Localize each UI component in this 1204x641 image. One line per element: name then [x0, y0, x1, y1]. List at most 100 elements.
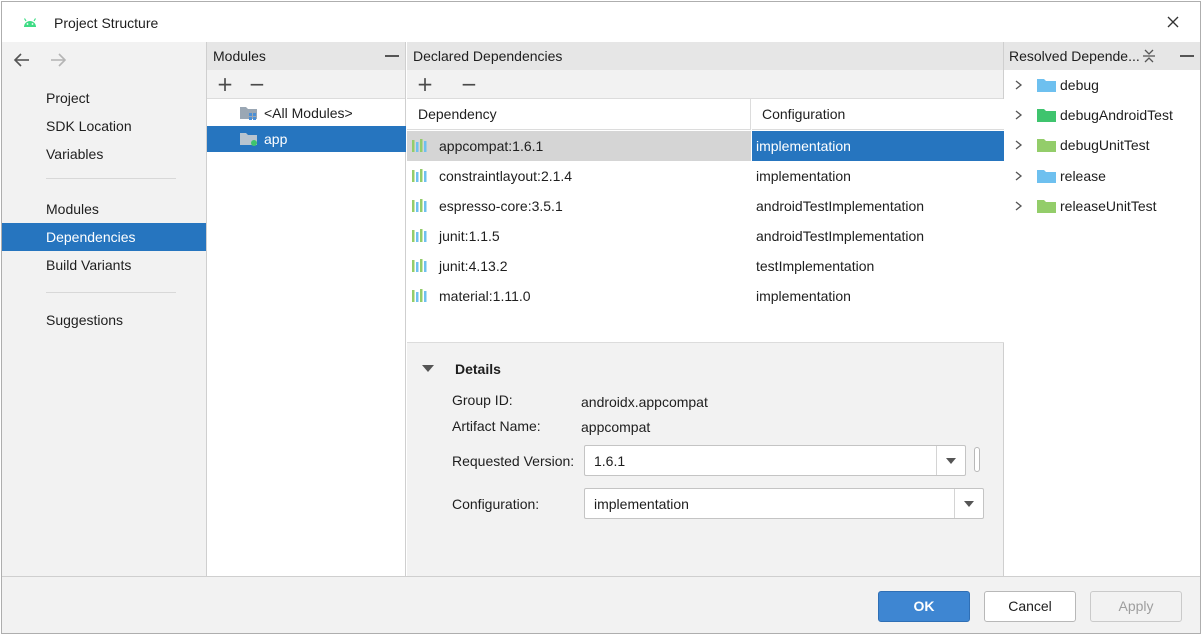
resolved-item-label: releaseUnitTest — [1060, 198, 1157, 214]
sidebar-item-modules[interactable]: Modules — [2, 195, 206, 223]
library-icon — [412, 199, 427, 212]
table-row[interactable]: constraintlayout:2.1.4 implementation — [407, 161, 1004, 191]
requested-version-label: Requested Version: — [452, 453, 575, 469]
collapse-details-icon[interactable] — [421, 364, 435, 374]
resolved-header: Resolved Depende... — [1004, 42, 1200, 70]
add-dependency-button[interactable]: + — [415, 74, 435, 94]
dependency-cell: junit:1.1.5 — [407, 221, 751, 251]
requested-version-value[interactable]: 1.6.1 — [594, 453, 625, 469]
arrow-right-icon[interactable] — [48, 50, 68, 70]
column-header-configuration[interactable]: Configuration — [752, 99, 1004, 130]
modules-header: Modules — [207, 42, 405, 70]
collapse-all-icon[interactable] — [1141, 48, 1157, 64]
resolved-item-release[interactable]: release — [1004, 162, 1200, 190]
dependency-name: constraintlayout:2.1.4 — [439, 168, 573, 184]
resolved-item-release-unit-test[interactable]: releaseUnitTest — [1004, 192, 1200, 220]
modules-panel: Modules + − <All Modules> app — [207, 42, 406, 576]
resolved-item-label: debug — [1060, 77, 1099, 93]
configuration-dropdown-button[interactable] — [954, 489, 983, 518]
table-row[interactable]: appcompat:1.6.1 implementation — [407, 131, 1004, 161]
resolved-item-debug[interactable]: debug — [1004, 71, 1200, 99]
library-icon — [412, 139, 427, 152]
configuration-cell: implementation — [752, 131, 1004, 161]
ok-button[interactable]: OK — [878, 591, 970, 622]
group-id-value: androidx.appcompat — [581, 394, 708, 410]
requested-version-dropdown-button[interactable] — [936, 446, 965, 475]
dialog-footer: OK Cancel Apply — [2, 576, 1200, 633]
sidebar: Project SDK Location Variables Modules D… — [2, 42, 207, 576]
table-row[interactable]: junit:4.13.2 testImplementation — [407, 251, 1004, 281]
library-icon — [412, 259, 427, 272]
library-icon — [412, 169, 427, 182]
configuration-cell: testImplementation — [756, 258, 875, 274]
resolved-header-label: Resolved Depende... — [1009, 48, 1140, 64]
module-item-all-modules[interactable]: <All Modules> — [207, 100, 406, 126]
library-icon — [412, 289, 427, 302]
sidebar-divider — [46, 178, 176, 179]
minimize-icon[interactable] — [1180, 55, 1194, 57]
module-label: <All Modules> — [264, 105, 353, 121]
sidebar-item-variables[interactable]: Variables — [2, 140, 206, 168]
dependency-cell: espresso-core:3.5.1 — [407, 191, 751, 221]
remove-module-button[interactable]: − — [247, 74, 267, 94]
table-row[interactable]: junit:1.1.5 androidTestImplementation — [407, 221, 1004, 251]
sidebar-item-project[interactable]: Project — [2, 84, 206, 112]
chevron-right-icon[interactable] — [1014, 80, 1024, 90]
configuration-label: Configuration: — [452, 496, 540, 512]
add-module-button[interactable]: + — [215, 74, 235, 94]
chevron-right-icon[interactable] — [1014, 140, 1024, 150]
chevron-down-icon — [946, 458, 956, 464]
dependency-name: junit:1.1.5 — [439, 228, 500, 244]
module-item-app[interactable]: app — [207, 126, 406, 152]
remove-dependency-button[interactable]: − — [459, 74, 479, 94]
sidebar-item-build-variants[interactable]: Build Variants — [2, 251, 206, 279]
minimize-icon[interactable] — [385, 55, 399, 57]
configuration-cell: androidTestImplementation — [756, 228, 925, 244]
modules-header-label: Modules — [213, 48, 266, 64]
configuration-cell: androidTestImplementation — [756, 198, 925, 214]
cancel-button[interactable]: Cancel — [984, 591, 1076, 622]
dependencies-table: Dependency Configuration appcompat:1.6.1… — [407, 99, 1004, 343]
folder-icon — [1037, 139, 1056, 152]
chevron-right-icon[interactable] — [1014, 171, 1024, 181]
requested-version-combo[interactable]: 1.6.1 — [584, 445, 966, 476]
dependency-name: junit:4.13.2 — [439, 258, 508, 274]
table-row[interactable]: material:1.11.0 implementation — [407, 281, 1004, 311]
folder-icon — [1037, 170, 1056, 183]
chevron-down-icon — [964, 501, 974, 507]
module-label: app — [264, 131, 288, 147]
dependency-name: espresso-core:3.5.1 — [439, 198, 563, 214]
modules-toolbar: + − — [207, 70, 405, 99]
configuration-combo[interactable]: implementation — [584, 488, 984, 519]
resolved-item-debug-android-test[interactable]: debugAndroidTest — [1004, 101, 1200, 129]
declared-header-label: Declared Dependencies — [413, 48, 563, 64]
configuration-value[interactable]: implementation — [594, 496, 689, 512]
sidebar-item-sdk-location[interactable]: SDK Location — [2, 112, 206, 140]
chevron-right-icon[interactable] — [1014, 110, 1024, 120]
artifact-name-value: appcompat — [581, 419, 651, 435]
sidebar-item-suggestions[interactable]: Suggestions — [2, 306, 206, 334]
modules-folder-icon — [240, 107, 257, 120]
arrow-left-icon[interactable] — [12, 50, 32, 70]
resolved-item-label: debugAndroidTest — [1060, 107, 1173, 123]
column-header-dependency[interactable]: Dependency — [407, 99, 751, 130]
resolved-item-debug-unit-test[interactable]: debugUnitTest — [1004, 131, 1200, 159]
folder-icon — [1037, 109, 1056, 122]
sidebar-item-dependencies[interactable]: Dependencies — [2, 223, 206, 251]
chevron-right-icon[interactable] — [1014, 201, 1024, 211]
dependency-cell: material:1.11.0 — [407, 281, 751, 311]
dependency-name: material:1.11.0 — [439, 288, 531, 304]
version-resize-handle[interactable] — [974, 447, 980, 472]
artifact-name-label: Artifact Name: — [452, 418, 541, 434]
table-row[interactable]: espresso-core:3.5.1 androidTestImplement… — [407, 191, 1004, 221]
window-title: Project Structure — [54, 15, 159, 31]
project-structure-dialog: Project Structure Project SDK Location V… — [1, 1, 1201, 634]
declared-toolbar: + − — [407, 70, 1003, 99]
close-icon[interactable] — [1163, 12, 1183, 32]
library-icon — [412, 229, 427, 242]
configuration-cell: implementation — [756, 168, 851, 184]
apply-button[interactable]: Apply — [1090, 591, 1182, 622]
folder-icon — [1037, 200, 1056, 213]
dependency-cell: appcompat:1.6.1 — [407, 131, 751, 161]
resolved-item-label: release — [1060, 168, 1106, 184]
